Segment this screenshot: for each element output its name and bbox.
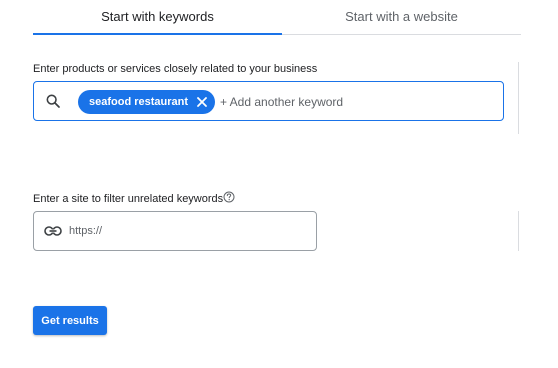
keyword-chip[interactable]: seafood restaurant [78, 90, 216, 114]
keyword-input[interactable] [220, 90, 490, 114]
tab-divider [282, 34, 521, 35]
keyword-chip-label: seafood restaurant [89, 96, 189, 108]
help-icon[interactable] [223, 191, 235, 203]
close-icon[interactable] [196, 96, 208, 108]
keyword-planner-form: Start with keywords Start with a website… [0, 0, 558, 368]
tab-label: Start with keywords [101, 9, 214, 24]
get-results-button[interactable]: Get results [33, 306, 107, 335]
tab-start-with-website[interactable]: Start with a website [282, 0, 521, 33]
site-url-input[interactable] [69, 220, 305, 242]
tab-label: Start with a website [345, 9, 458, 24]
link-icon [44, 226, 62, 236]
keyword-input-box[interactable]: seafood restaurant [33, 81, 504, 121]
right-edge-divider [518, 211, 519, 251]
site-input-box[interactable] [33, 211, 317, 251]
site-filter-label: Enter a site to filter unrelated keyword… [33, 193, 224, 205]
tab-bar: Start with keywords Start with a website [33, 0, 521, 35]
tab-start-with-keywords[interactable]: Start with keywords [33, 0, 282, 33]
right-edge-divider [518, 62, 519, 134]
active-tab-indicator [33, 33, 282, 35]
keywords-label: Enter products or services closely relat… [33, 63, 318, 75]
search-icon [46, 94, 60, 108]
